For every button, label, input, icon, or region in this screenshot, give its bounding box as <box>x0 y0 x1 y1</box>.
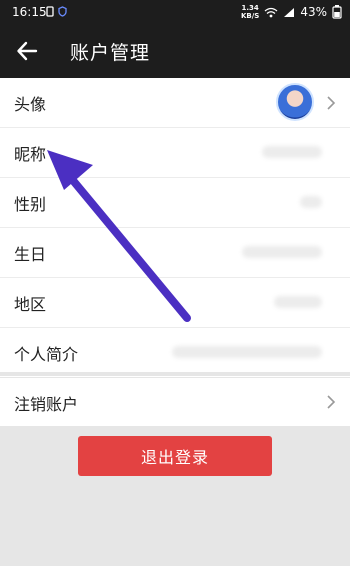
avatar <box>276 83 314 121</box>
nickname-value-blurred <box>262 146 322 158</box>
chevron-right-icon <box>327 96 336 110</box>
nickname-label: 昵称 <box>14 145 47 164</box>
birthday-row[interactable]: 生日 <box>0 228 350 278</box>
back-arrow-icon[interactable] <box>16 40 38 62</box>
signal-icon <box>284 7 295 17</box>
bio-value-blurred <box>172 346 322 358</box>
battery-percent: 43% <box>300 5 327 19</box>
cancel-account-row[interactable]: 注销账户 <box>0 378 350 426</box>
chevron-right-icon <box>327 395 336 409</box>
shield-icon <box>58 6 67 17</box>
page-title: 账户管理 <box>70 42 151 64</box>
logout-button[interactable]: 退出登录 <box>78 436 272 476</box>
avatar-label: 头像 <box>14 95 47 114</box>
region-row[interactable]: 地区 <box>0 278 350 328</box>
bio-label: 个人简介 <box>14 345 79 364</box>
region-value-blurred <box>274 296 322 308</box>
gender-value-blurred <box>300 196 322 208</box>
network-speed: 1.34 KB/S <box>240 4 260 20</box>
settings-list: 头像 昵称 性别 生日 地区 个人简介 <box>0 78 350 377</box>
wifi-icon <box>264 7 278 17</box>
bio-row[interactable]: 个人简介 <box>0 328 350 377</box>
nickname-row[interactable]: 昵称 <box>0 128 350 178</box>
cancel-account-label: 注销账户 <box>14 395 79 414</box>
avatar-row[interactable]: 头像 <box>0 78 350 128</box>
vibrate-icon <box>46 6 54 17</box>
gender-row[interactable]: 性别 <box>0 178 350 228</box>
status-app-icons <box>46 6 67 17</box>
status-time: 16:15 <box>12 5 47 19</box>
gender-label: 性别 <box>14 195 47 214</box>
birthday-value-blurred <box>242 246 322 258</box>
battery-icon <box>332 5 342 19</box>
birthday-label: 生日 <box>14 245 47 264</box>
region-label: 地区 <box>14 295 47 314</box>
status-bar: 16:15 1.34 KB/S 43% <box>0 0 350 24</box>
section-divider <box>0 372 350 376</box>
title-bar: 账户管理 <box>0 24 350 78</box>
